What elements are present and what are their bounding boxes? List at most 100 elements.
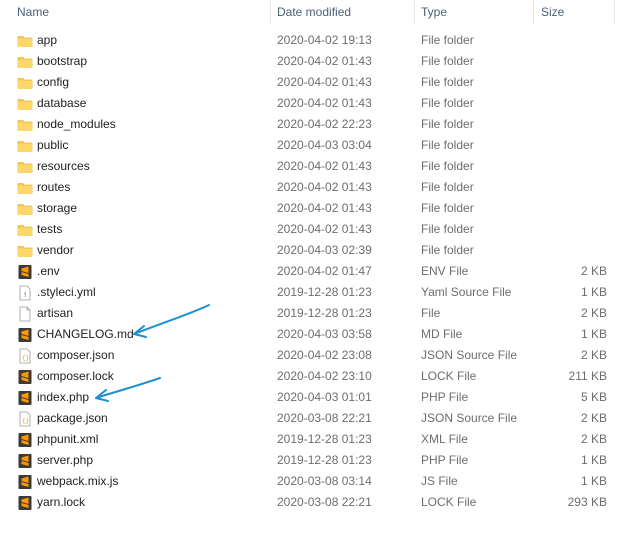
- json-file-icon: {}: [17, 408, 33, 429]
- file-row[interactable]: database 2020-04-02 01:43 File folder: [0, 93, 625, 114]
- file-type: File folder: [421, 243, 474, 257]
- file-date-modified: 2020-04-02 22:23: [277, 117, 372, 131]
- file-date-modified: 2020-03-08 22:21: [277, 495, 372, 509]
- file-row[interactable]: public 2020-04-03 03:04 File folder: [0, 135, 625, 156]
- file-size: 211 KB: [568, 369, 607, 383]
- file-row[interactable]: server.php 2019-12-28 01:23 PHP File 1 KB: [0, 450, 625, 471]
- sublime-text-file-icon: [17, 261, 33, 282]
- file-date-modified: 2020-04-02 19:13: [277, 33, 372, 47]
- file-row[interactable]: config 2020-04-02 01:43 File folder: [0, 72, 625, 93]
- file-row[interactable]: CHANGELOG.md 2020-04-03 03:58 MD File 1 KB: [0, 324, 625, 345]
- file-name: index.php: [37, 390, 90, 404]
- file-name: node_modules: [37, 117, 116, 131]
- file-row[interactable]: index.php 2020-04-03 01:01 PHP File 5 KB: [0, 387, 625, 408]
- file-name: webpack.mix.js: [37, 474, 119, 488]
- file-type: JSON Source File: [421, 411, 518, 425]
- svg-text:{}: {}: [22, 418, 29, 425]
- file-row[interactable]: tests 2020-04-02 01:43 File folder: [0, 219, 625, 240]
- file-name: routes: [37, 180, 71, 194]
- file-date-modified: 2020-04-02 01:43: [277, 180, 372, 194]
- file-name: database: [37, 96, 87, 110]
- file-name: .styleci.yml: [37, 285, 96, 299]
- file-name: resources: [37, 159, 90, 173]
- file-name: yarn.lock: [37, 495, 86, 509]
- file-row[interactable]: webpack.mix.js 2020-03-08 03:14 JS File 1 K…: [0, 471, 625, 492]
- file-date-modified: 2020-04-02 01:47: [277, 264, 372, 278]
- sublime-text-file-icon: [17, 450, 33, 471]
- file-size: [540, 114, 607, 135]
- file-type: JSON Source File: [421, 348, 518, 362]
- file-row[interactable]: resources 2020-04-02 01:43 File folder: [0, 156, 625, 177]
- folder-icon: [17, 30, 33, 51]
- file-date-modified: 2019-12-28 01:23: [277, 432, 372, 446]
- folder-icon: [17, 156, 33, 177]
- file-date-modified: 2020-04-02 23:10: [277, 369, 372, 383]
- file-row[interactable]: {} package.json 2020-03-08 22:21 JSON Sourc…: [0, 408, 625, 429]
- file-date-modified: 2020-04-02 01:43: [277, 222, 372, 236]
- file-size: [540, 156, 607, 177]
- file-row[interactable]: ! .styleci.yml 2019-12-28 01:23 Yaml Source…: [0, 282, 625, 303]
- folder-icon: [17, 240, 33, 261]
- column-divider[interactable]: [414, 0, 415, 24]
- folder-icon: [17, 114, 33, 135]
- file-size: 2 KB: [580, 264, 607, 278]
- file-row[interactable]: composer.lock 2020-04-02 23:10 LOCK File 21…: [0, 366, 625, 387]
- file-date-modified: 2019-12-28 01:23: [277, 285, 372, 299]
- file-row[interactable]: artisan 2019-12-28 01:23 File 2 KB: [0, 303, 625, 324]
- file-name: server.php: [37, 453, 94, 467]
- file-row[interactable]: storage 2020-04-02 01:43 File folder: [0, 198, 625, 219]
- sublime-text-file-icon: [17, 429, 33, 450]
- file-row[interactable]: yarn.lock 2020-03-08 22:21 LOCK File 293 KB: [0, 492, 625, 513]
- file-name: app: [37, 33, 58, 47]
- column-header-size[interactable]: Size: [541, 0, 564, 24]
- column-header-date[interactable]: Date modified: [277, 0, 351, 24]
- file-type: Yaml Source File: [421, 285, 512, 299]
- file-name: tests: [37, 222, 63, 236]
- file-row[interactable]: phpunit.xml 2019-12-28 01:23 XML File 2 KB: [0, 429, 625, 450]
- column-divider[interactable]: [270, 0, 271, 24]
- file-name: .env: [37, 264, 60, 278]
- column-header-name[interactable]: Name: [17, 0, 49, 24]
- file-date-modified: 2020-04-02 23:08: [277, 348, 372, 362]
- file-row[interactable]: routes 2020-04-02 01:43 File folder: [0, 177, 625, 198]
- file-date-modified: 2020-04-03 02:39: [277, 243, 372, 257]
- file-row[interactable]: app 2020-04-02 19:13 File folder: [0, 30, 625, 51]
- sublime-text-file-icon: [17, 471, 33, 492]
- file-row[interactable]: .env 2020-04-02 01:47 ENV File 2 KB: [0, 261, 625, 282]
- file-type: File folder: [421, 201, 474, 215]
- folder-icon: [17, 51, 33, 72]
- file-type: File folder: [421, 33, 474, 47]
- file-size: 5 KB: [580, 390, 607, 404]
- file-type: File folder: [421, 117, 474, 131]
- file-row[interactable]: {} composer.json 2020-04-02 23:08 JSON Sour…: [0, 345, 625, 366]
- sort-indicator-icon: ^: [134, 0, 139, 3]
- column-divider[interactable]: [614, 0, 615, 24]
- file-size: [540, 240, 607, 261]
- file-type: LOCK File: [421, 495, 477, 509]
- file-row[interactable]: vendor 2020-04-03 02:39 File folder: [0, 240, 625, 261]
- svg-text:!: !: [23, 291, 27, 299]
- file-size: [540, 219, 607, 240]
- file-date-modified: 2020-04-03 03:04: [277, 138, 372, 152]
- file-size: [540, 93, 607, 114]
- column-header-type[interactable]: Type: [421, 0, 447, 24]
- file-name: bootstrap: [37, 54, 88, 68]
- file-name: public: [37, 138, 69, 152]
- file-type: File folder: [421, 75, 474, 89]
- file-size: [540, 177, 607, 198]
- sublime-text-file-icon: [17, 492, 33, 513]
- column-divider[interactable]: [533, 0, 534, 24]
- file-row[interactable]: bootstrap 2020-04-02 01:43 File folder: [0, 51, 625, 72]
- file-date-modified: 2020-04-02 01:43: [277, 96, 372, 110]
- file-size: [540, 72, 607, 93]
- file-date-modified: 2020-04-02 01:43: [277, 201, 372, 215]
- file-type: File folder: [421, 222, 474, 236]
- file-size: 1 KB: [580, 285, 607, 299]
- file-date-modified: 2020-04-03 01:01: [277, 390, 372, 404]
- file-name: phpunit.xml: [37, 432, 99, 446]
- file-name: vendor: [37, 243, 74, 257]
- file-type: File folder: [421, 96, 474, 110]
- file-size: [540, 30, 607, 51]
- file-type: File: [421, 306, 441, 320]
- file-row[interactable]: node_modules 2020-04-02 22:23 File folder: [0, 114, 625, 135]
